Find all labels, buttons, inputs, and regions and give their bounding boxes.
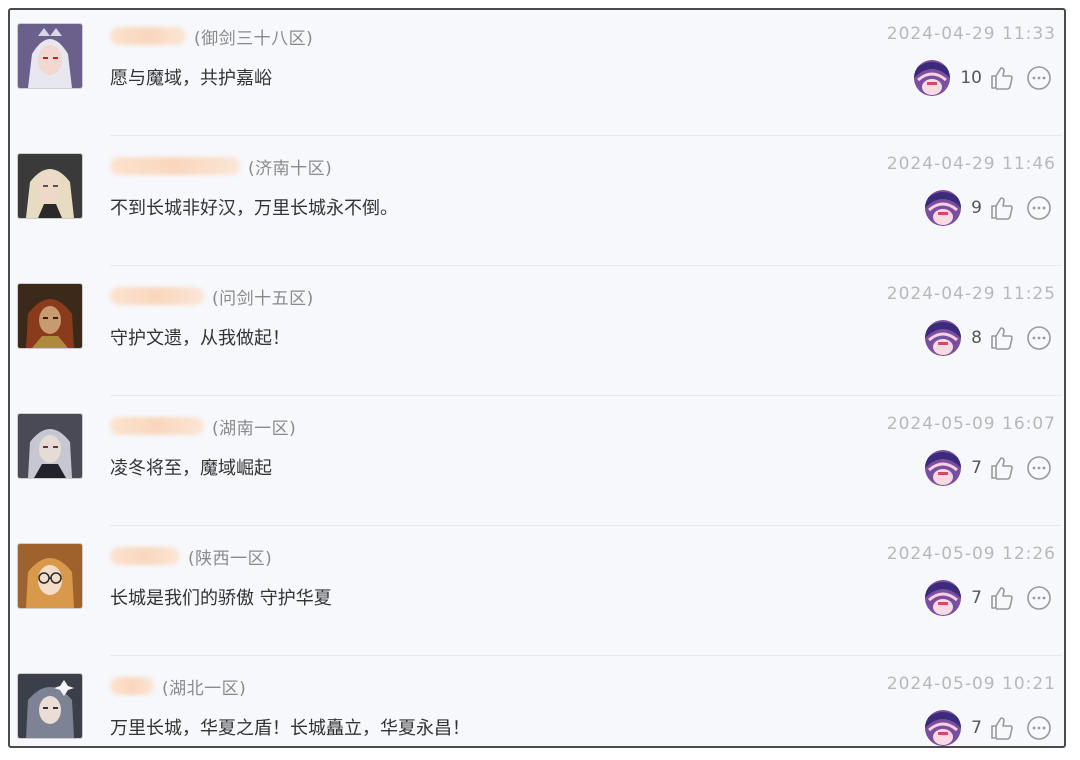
comment-bubble-icon[interactable] <box>1026 455 1052 481</box>
like-count: 7 <box>971 718 982 738</box>
divider <box>110 135 1062 136</box>
comment-item: (陕西一区) 2024-05-09 12:26 长城是我们的骄傲 守护华夏 7 <box>10 530 1064 660</box>
comment-text: 凌冬将至，魔域崛起 <box>110 458 272 479</box>
silver-haired-warrior-avatar[interactable] <box>18 414 82 478</box>
divider <box>110 655 1062 656</box>
thumbs-up-icon[interactable] <box>988 64 1016 92</box>
like-count: 10 <box>960 68 982 88</box>
reactor-avatar[interactable] <box>925 320 962 356</box>
user-region: (湖北一区) <box>162 678 247 699</box>
comment-item: (济南十区) 2024-04-29 11:46 不到长城非好汉，万里长城永不倒。… <box>10 140 1064 270</box>
comment-list: (御剑三十八区) 2024-04-29 11:33 愿与魔域，共护嘉峪 10 (… <box>8 8 1066 748</box>
comment-timestamp: 2024-04-29 11:33 <box>886 24 1056 44</box>
comment-item: (湖南一区) 2024-05-09 16:07 凌冬将至，魔域崛起 7 <box>10 400 1064 530</box>
username-redacted[interactable] <box>110 27 186 45</box>
like-count: 8 <box>971 328 982 348</box>
comment-text: 不到长城非好汉，万里长城永不倒。 <box>110 198 398 219</box>
glasses-girl-avatar[interactable] <box>18 544 82 608</box>
username-redacted[interactable] <box>110 417 204 435</box>
comment-text: 守护文遗，从我做起！ <box>110 328 290 349</box>
thumbs-up-icon[interactable] <box>988 584 1016 612</box>
red-haired-warrior-avatar[interactable] <box>18 284 82 348</box>
divider <box>110 265 1062 266</box>
comment-timestamp: 2024-04-29 11:25 <box>886 284 1056 304</box>
white-haired-warrior-avatar[interactable] <box>18 24 82 88</box>
user-region: (陕西一区) <box>188 548 273 569</box>
reactor-avatar[interactable] <box>925 450 962 486</box>
thumbs-up-icon[interactable] <box>988 714 1016 742</box>
comment-bubble-icon[interactable] <box>1026 65 1052 91</box>
comment-text: 愿与魔域，共护嘉峪 <box>110 68 272 89</box>
dark-haired-warrior-avatar[interactable] <box>18 674 82 738</box>
reactor-avatar[interactable] <box>925 190 962 226</box>
like-count: 7 <box>971 588 982 608</box>
thumbs-up-icon[interactable] <box>988 324 1016 352</box>
thumbs-up-icon[interactable] <box>988 194 1016 222</box>
comment-bubble-icon[interactable] <box>1026 325 1052 351</box>
username-redacted[interactable] <box>110 677 154 695</box>
user-region: (问剑十五区) <box>212 288 314 309</box>
comment-timestamp: 2024-05-09 16:07 <box>886 414 1056 434</box>
divider <box>110 525 1062 526</box>
like-count: 9 <box>971 198 982 218</box>
reactor-avatar[interactable] <box>925 710 962 746</box>
username-redacted[interactable] <box>110 287 204 305</box>
thumbs-up-icon[interactable] <box>988 454 1016 482</box>
username-redacted[interactable] <box>110 547 180 565</box>
comment-item: (御剑三十八区) 2024-04-29 11:33 愿与魔域，共护嘉峪 10 <box>10 10 1064 140</box>
comment-text: 万里长城，华夏之盾！长城矗立，华夏永昌！ <box>110 718 470 739</box>
username-redacted[interactable] <box>110 157 240 175</box>
user-region: (湖南一区) <box>212 418 297 439</box>
comment-timestamp: 2024-05-09 10:21 <box>886 674 1056 694</box>
user-region: (济南十区) <box>248 158 333 179</box>
comment-bubble-icon[interactable] <box>1026 715 1052 741</box>
comment-item: (问剑十五区) 2024-04-29 11:25 守护文遗，从我做起！ 8 <box>10 270 1064 400</box>
comment-timestamp: 2024-04-29 11:46 <box>886 154 1056 174</box>
blonde-warrior-avatar[interactable] <box>18 154 82 218</box>
like-count: 7 <box>971 458 982 478</box>
user-region: (御剑三十八区) <box>194 28 314 49</box>
reactor-avatar[interactable] <box>914 60 951 96</box>
comment-bubble-icon[interactable] <box>1026 585 1052 611</box>
comment-item: (湖北一区) 2024-05-09 10:21 万里长城，华夏之盾！长城矗立，华… <box>10 660 1064 750</box>
divider <box>110 395 1062 396</box>
comment-text: 长城是我们的骄傲 守护华夏 <box>110 588 332 609</box>
reactor-avatar[interactable] <box>925 580 962 616</box>
comment-timestamp: 2024-05-09 12:26 <box>886 544 1056 564</box>
comment-bubble-icon[interactable] <box>1026 195 1052 221</box>
